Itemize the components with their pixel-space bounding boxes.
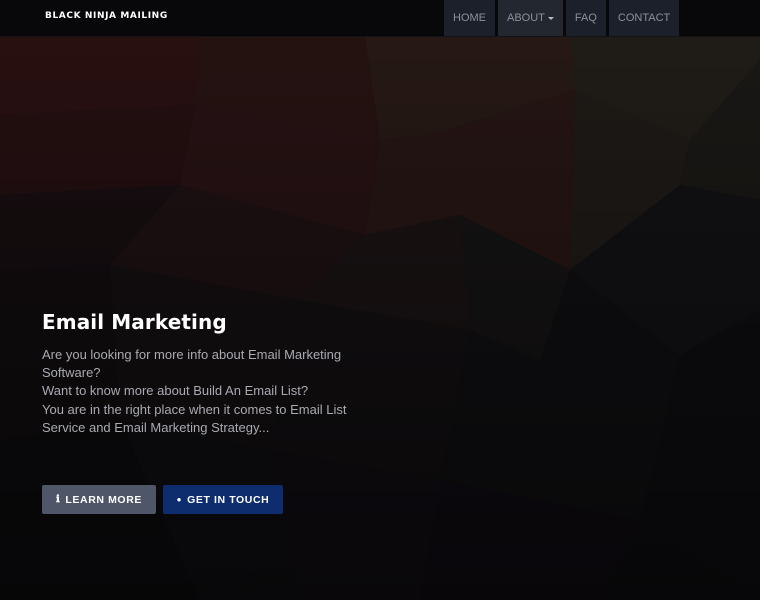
nav-item-label: HOME [453,12,486,24]
caret-down-icon [547,16,554,20]
nav-item-label: CONTACT [617,12,671,24]
hero-description: Are you looking for more info about Emai… [42,346,352,437]
hero-title: Email Marketing [42,310,227,334]
learn-more-label: LEARN MORE [65,493,142,506]
learn-more-button[interactable]: ℹ LEARN MORE [42,485,156,514]
main-nav: HOME ABOUT FAQ CONTACT [444,0,682,36]
top-navbar: BLACK NINJA MAILING HOME ABOUT FAQ CONTA… [0,0,760,37]
hero-line: Are you looking for more info about Emai… [42,347,342,381]
info-icon: ℹ [56,494,61,505]
nav-item-label: FAQ [574,12,597,24]
hero-line: Want to know more about Build An Email L… [42,383,309,399]
hero-line: You are in the right place when it comes… [42,401,347,435]
info-circle-icon: ● [176,495,183,504]
nav-item-faq[interactable]: FAQ [565,0,606,36]
nav-item-label: ABOUT [507,12,545,24]
nav-item-contact[interactable]: CONTACT [608,0,680,36]
nav-item-about[interactable]: ABOUT [498,0,563,36]
get-in-touch-button[interactable]: ● GET IN TOUCH [163,485,283,514]
nav-item-home[interactable]: HOME [444,0,495,36]
brand-logo[interactable]: BLACK NINJA MAILING [45,11,168,21]
get-in-touch-label: GET IN TOUCH [187,493,270,506]
